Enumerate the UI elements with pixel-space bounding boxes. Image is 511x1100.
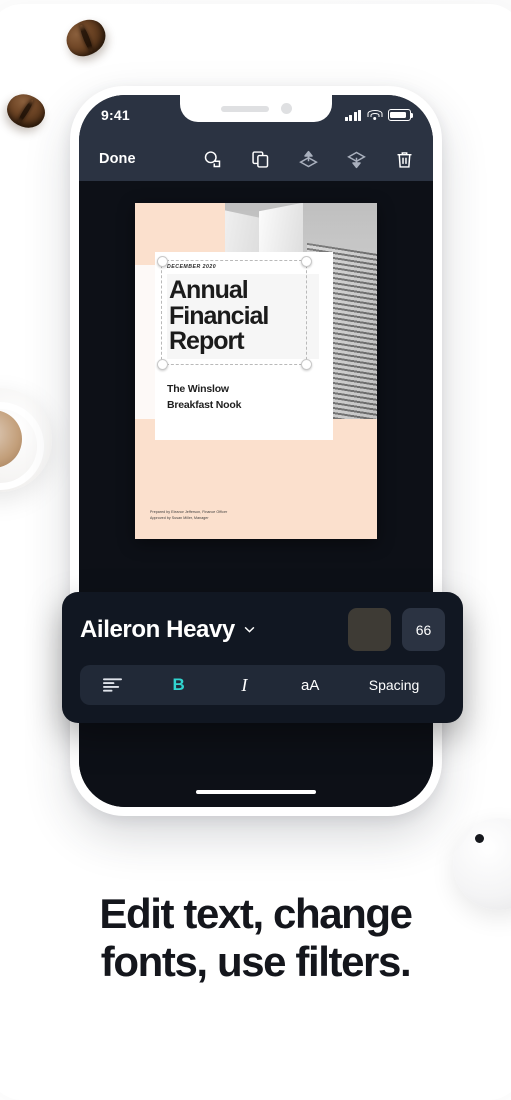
status-bar: 9:41 — [79, 95, 433, 137]
battery-icon — [388, 109, 414, 121]
spacing-button[interactable]: Spacing — [343, 665, 445, 705]
document-subtitle-line-1: The Winslow — [167, 383, 229, 395]
home-indicator — [196, 789, 316, 794]
done-button[interactable]: Done — [99, 151, 136, 167]
font-panel-top-row: Aileron Heavy 66 — [80, 608, 445, 651]
delete-icon[interactable] — [394, 149, 415, 170]
text-style-toolbar: B I aA Spacing — [80, 665, 445, 705]
document-footer: Prepared by Eleanor Jefferson, Finance O… — [150, 509, 227, 522]
wifi-icon — [367, 109, 382, 121]
font-name-label: Aileron Heavy — [80, 615, 235, 643]
font-size-field[interactable]: 66 — [402, 608, 445, 651]
document-title[interactable]: Annual Financial Report — [167, 274, 319, 359]
document-subtitle-line-2: Breakfast Nook — [167, 398, 242, 411]
document-date: DECEMBER 2020 — [167, 264, 217, 270]
text-case-button[interactable]: aA — [277, 665, 343, 705]
headline-line-1: Edit text, change — [99, 890, 413, 937]
text-color-swatch[interactable] — [348, 608, 391, 651]
cellular-signal-icon — [344, 109, 361, 121]
document-text-card: DECEMBER 2020 Annual Financial Report Th… — [155, 252, 333, 440]
bold-button[interactable]: B — [146, 665, 212, 705]
document-subtitle: The Winslow Breakfast Nook — [167, 382, 241, 414]
toolbar-actions — [202, 149, 415, 170]
italic-button[interactable]: I — [212, 665, 278, 705]
duplicate-icon[interactable] — [250, 149, 271, 170]
notch — [180, 95, 332, 122]
document-footer-line-1: Prepared by Eleanor Jefferson, Finance O… — [150, 509, 228, 514]
document-preview[interactable]: DECEMBER 2020 Annual Financial Report Th… — [135, 203, 377, 539]
align-left-button[interactable] — [80, 665, 146, 705]
notch-camera — [280, 103, 292, 114]
send-backward-icon[interactable] — [346, 149, 367, 170]
font-name-selector[interactable]: Aileron Heavy — [80, 616, 255, 644]
align-left-icon — [103, 678, 123, 692]
magic-select-icon[interactable] — [202, 149, 223, 170]
document-footer-line-2: Approved by Susan Miller, Manager — [150, 516, 209, 521]
status-time: 9:41 — [101, 107, 130, 123]
status-indicators — [344, 109, 414, 121]
bring-forward-icon[interactable] — [298, 149, 319, 170]
headline-line-2: fonts, use filters. — [100, 938, 412, 986]
notch-speaker — [220, 105, 269, 112]
font-panel: Aileron Heavy 66 B I aA Spacing — [62, 592, 463, 723]
chevron-down-icon — [244, 626, 255, 633]
marketing-headline: Edit text, change fonts, use filters. — [0, 890, 511, 987]
editor-toolbar: Done — [79, 137, 433, 181]
